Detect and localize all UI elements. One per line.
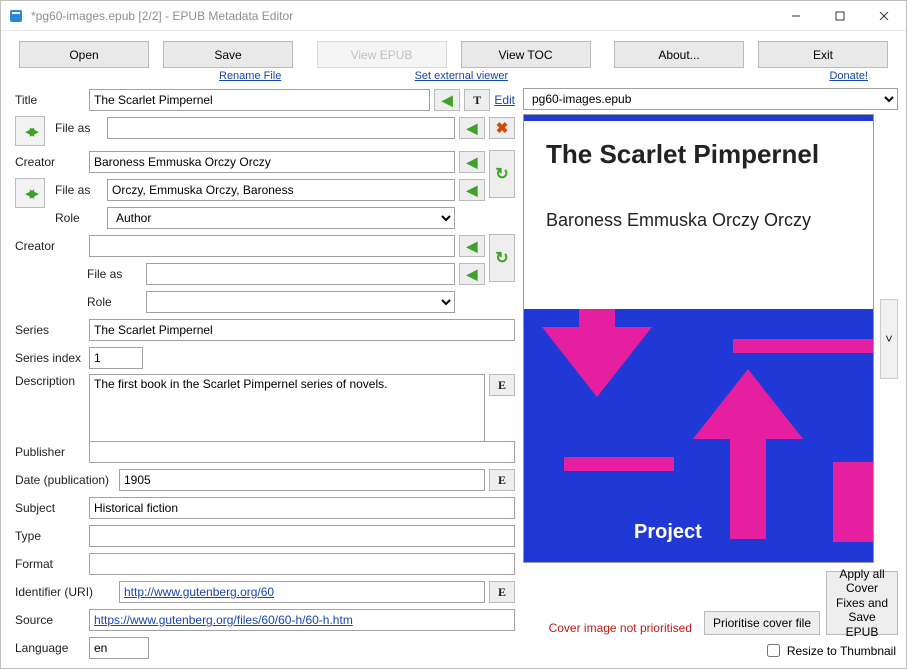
cover-next-button[interactable]: > — [880, 299, 898, 379]
view-epub-button: View EPUB — [317, 41, 447, 68]
creator1-accept-button[interactable]: ◀ — [459, 151, 485, 173]
set-external-viewer-link[interactable]: Set external viewer — [381, 70, 541, 82]
creator2-input[interactable] — [89, 235, 455, 257]
language-label: Language — [15, 641, 85, 655]
resize-thumbnail-label: Resize to Thumbnail — [787, 644, 896, 658]
arrow-left-icon: ◀ — [467, 182, 478, 199]
type-input[interactable] — [89, 525, 515, 547]
identifier-label: Identifier (URI) — [15, 585, 115, 599]
title-accept-button[interactable]: ◀ — [434, 89, 460, 111]
title-titlecase-button[interactable]: T — [464, 89, 490, 111]
exit-button[interactable]: Exit — [758, 41, 888, 68]
series-input[interactable] — [89, 319, 515, 341]
toolbar: Open Save View EPUB View TOC About... Ex… — [1, 31, 906, 88]
title-edit-link[interactable]: Edit — [494, 93, 515, 107]
creator1-fileas-input[interactable] — [107, 179, 455, 201]
prioritise-cover-button[interactable]: Prioritise cover file — [704, 611, 820, 635]
format-input[interactable] — [89, 553, 515, 575]
cycle-icon: ↻ — [495, 164, 508, 184]
title-swap-button[interactable]: ◀▶ — [15, 116, 45, 146]
cover-warning: Cover image not prioritised — [523, 621, 698, 635]
app-icon — [9, 8, 25, 24]
title-fileas-input[interactable] — [107, 117, 455, 139]
source-input[interactable] — [89, 609, 515, 631]
language-input[interactable] — [89, 637, 149, 659]
creator1-role-label: Role — [55, 211, 103, 225]
arrow-left-icon: ◀ — [467, 120, 478, 137]
resize-thumbnail-checkbox[interactable]: Resize to Thumbnail — [523, 639, 898, 660]
resize-thumbnail-input[interactable] — [767, 644, 780, 657]
cover-panel: pg60-images.epub The Scarlet Pimpernel B… — [523, 88, 898, 660]
open-button[interactable]: Open — [19, 41, 149, 68]
arrow-left-icon: ◀ — [467, 238, 478, 255]
window-title: *pg60-images.epub [2/2] - EPUB Metadata … — [31, 9, 774, 23]
series-label: Series — [15, 323, 85, 337]
view-toc-button[interactable]: View TOC — [461, 41, 591, 68]
title-label: Title — [15, 93, 85, 107]
metadata-form: Title ◀ T Edit ◀▶ File as ◀ ✖ — [15, 88, 515, 660]
close-button[interactable] — [862, 1, 906, 30]
creator2-role-select[interactable] — [146, 291, 455, 313]
creator1-label: Creator — [15, 155, 85, 169]
cover-preview: The Scarlet Pimpernel Baroness Emmuska O… — [523, 114, 874, 563]
creator2-role-label: Role — [87, 295, 142, 309]
apply-cover-fixes-button[interactable]: Apply all Cover Fixes and Save EPUB — [826, 571, 898, 635]
creator2-accept-button[interactable]: ◀ — [459, 235, 485, 257]
creator2-fileas-label: File as — [87, 267, 142, 281]
title-input[interactable] — [89, 89, 430, 111]
creator1-fileas-accept-button[interactable]: ◀ — [459, 179, 485, 201]
arrow-left-icon: ◀ — [467, 154, 478, 171]
maximize-button[interactable] — [818, 1, 862, 30]
series-index-label: Series index — [15, 351, 85, 365]
titlebar: *pg60-images.epub [2/2] - EPUB Metadata … — [1, 1, 906, 31]
donate-link[interactable]: Donate! — [829, 70, 868, 82]
creator1-reorder-button[interactable]: ↻ — [489, 150, 515, 198]
description-label: Description — [15, 374, 85, 388]
creator2-fileas-input[interactable] — [146, 263, 455, 285]
cover-footer: Project — [634, 521, 702, 544]
cycle-icon: ↻ — [495, 248, 508, 268]
format-label: Format — [15, 557, 85, 571]
creator1-role-select[interactable]: Author — [107, 207, 455, 229]
datepub-edit-button[interactable]: E — [489, 469, 515, 491]
identifier-edit-button[interactable]: E — [489, 581, 515, 603]
creator2-reorder-button[interactable]: ↻ — [489, 234, 515, 282]
type-label: Type — [15, 529, 85, 543]
datepub-input[interactable] — [119, 469, 485, 491]
rename-file-link[interactable]: Rename File — [219, 70, 281, 82]
subject-input[interactable] — [89, 497, 515, 519]
publisher-label: Publisher — [15, 445, 85, 459]
subject-label: Subject — [15, 501, 85, 515]
swap-icon: ◀▶ — [26, 125, 35, 138]
cover-author: Baroness Emmuska Orczy Orczy — [546, 210, 851, 231]
creator2-fileas-accept-button[interactable]: ◀ — [459, 263, 485, 285]
title-fileas-label: File as — [55, 121, 103, 135]
source-label: Source — [15, 613, 85, 627]
save-button[interactable]: Save — [163, 41, 293, 68]
publisher-input[interactable] — [89, 441, 515, 463]
title-fileas-accept-button[interactable]: ◀ — [459, 117, 485, 139]
swap-icon: ◀▶ — [26, 187, 35, 200]
title-fileas-clear-button[interactable]: ✖ — [489, 117, 515, 139]
x-icon: ✖ — [496, 119, 509, 137]
datepub-label: Date (publication) — [15, 473, 115, 487]
cover-title: The Scarlet Pimpernel — [546, 139, 851, 170]
creator1-input[interactable] — [89, 151, 455, 173]
about-button[interactable]: About... — [614, 41, 744, 68]
identifier-input[interactable] — [119, 581, 485, 603]
cover-file-select[interactable]: pg60-images.epub — [523, 88, 898, 110]
series-index-input[interactable] — [89, 347, 143, 369]
arrow-left-icon: ◀ — [467, 266, 478, 283]
description-edit-button[interactable]: E — [489, 374, 515, 396]
creator1-fileas-label: File as — [55, 183, 103, 197]
arrow-left-icon: ◀ — [442, 92, 453, 109]
minimize-button[interactable] — [774, 1, 818, 30]
creator2-label: Creator — [15, 239, 85, 253]
creator1-swap-button[interactable]: ◀▶ — [15, 178, 45, 208]
